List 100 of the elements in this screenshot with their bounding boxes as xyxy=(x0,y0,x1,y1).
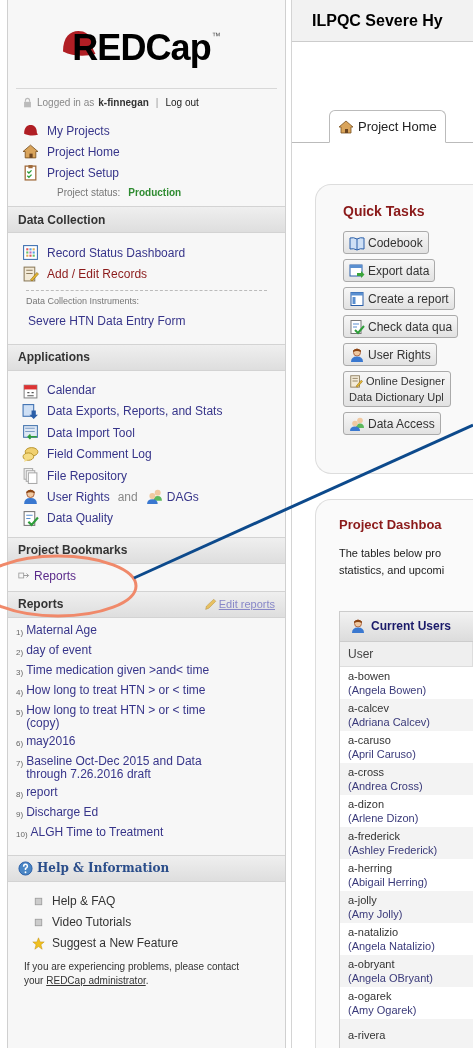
pencil-icon xyxy=(203,597,217,611)
nav-link[interactable]: My Projects xyxy=(47,121,110,140)
table-cell: (Angela Natalizio) xyxy=(348,938,435,953)
intro-text: The tables below pro statistics, and upcomi xyxy=(339,545,446,578)
table-cell: (Amy Jolly) xyxy=(348,906,403,921)
report-link[interactable]: How long to treat HTN > or < time (copy) xyxy=(26,703,232,730)
table-cell: a-obryant xyxy=(348,956,395,971)
nav-link[interactable]: Add / Edit Records xyxy=(47,264,148,283)
app-link[interactable]: Calendar xyxy=(47,381,96,399)
checklist-icon xyxy=(22,509,39,527)
document-pencil-icon xyxy=(22,265,39,282)
tab[interactable]: Project Home xyxy=(329,110,446,143)
section-title: Project Bookmarks xyxy=(18,542,128,560)
table-cell: a-herring xyxy=(348,860,393,875)
table-title: Current Users xyxy=(371,618,452,635)
table-cell: (Adriana Calcev) xyxy=(348,714,430,729)
panel-title: Quick Tasks xyxy=(343,202,426,221)
table-cell: a-jolly xyxy=(348,892,377,907)
checklist-icon xyxy=(349,318,365,335)
section-title: Data Collection xyxy=(18,211,106,229)
status-value: Production xyxy=(128,186,182,200)
report-link[interactable]: ALGH Time to Treatment xyxy=(30,825,236,839)
report-number: 9) xyxy=(16,808,24,821)
speech-bubbles-icon xyxy=(22,445,39,463)
app-link[interactable]: File Repository xyxy=(47,466,128,485)
house-icon xyxy=(22,143,39,160)
app-link[interactable]: Data Exports, Reports, and Stats xyxy=(47,402,223,421)
table-cell: a-rivera xyxy=(348,1027,386,1042)
table-download-icon xyxy=(22,402,39,420)
admin-link[interactable]: REDCap administrator xyxy=(46,974,146,986)
table-cell: (Ashley Frederick) xyxy=(348,842,438,857)
report-link[interactable]: Discharge Ed xyxy=(26,805,232,819)
user-icon xyxy=(22,488,39,506)
help-link[interactable]: Suggest a New Feature xyxy=(52,934,179,953)
documents-icon xyxy=(22,467,39,485)
table-cell: a-bowen xyxy=(348,668,391,683)
question-circle-icon xyxy=(18,860,33,876)
report-number: 5) xyxy=(16,706,24,719)
nav-link[interactable]: Project Setup xyxy=(47,163,120,182)
task-button[interactable]: Online Designer Data Dictionary Upl xyxy=(343,371,451,407)
nav-link[interactable]: Record Status Dashboard xyxy=(47,243,186,262)
table-cell: a-calcev xyxy=(348,700,389,715)
book-icon xyxy=(349,234,365,251)
separator: | xyxy=(155,96,159,110)
report-link[interactable]: may2016 xyxy=(26,734,232,748)
app-link[interactable]: Data Quality xyxy=(47,509,114,528)
app-link[interactable]: Field Comment Log xyxy=(47,445,152,464)
nav-link[interactable]: Project Home xyxy=(47,142,120,161)
table-cell: a-cross xyxy=(348,764,385,779)
lock-icon xyxy=(22,97,33,108)
status-label: Project status: xyxy=(57,186,121,200)
login-label: Logged in as xyxy=(37,96,95,110)
users-icon xyxy=(145,488,163,506)
app-link[interactable]: Data Import Tool xyxy=(47,423,135,442)
report-link[interactable]: day of event xyxy=(26,643,232,657)
report-number: 4) xyxy=(16,686,24,699)
document-pencil-icon xyxy=(349,374,363,388)
task-button[interactable]: Create a report xyxy=(343,287,455,310)
report-number: 2) xyxy=(16,646,24,659)
star-icon xyxy=(32,936,45,950)
report-link[interactable]: Time medication given >and< time xyxy=(26,663,232,677)
users-icon xyxy=(349,415,365,432)
table-cell: a-ogarek xyxy=(348,988,392,1003)
task-button[interactable]: Data Access xyxy=(343,412,441,435)
app-link[interactable]: User Rights xyxy=(47,487,110,506)
page-title: ILPQC Severe Hy xyxy=(312,10,443,31)
task-button[interactable]: Codebook xyxy=(343,231,429,254)
task-button[interactable]: Export data xyxy=(343,259,436,282)
section-title: Help & Information xyxy=(37,860,170,878)
report-link[interactable]: How long to treat HTN > or < time xyxy=(26,683,232,697)
logout-link[interactable]: Log out xyxy=(165,95,199,110)
report-number: 8) xyxy=(16,788,24,801)
joiner-text: and xyxy=(117,488,138,506)
grid-table-icon xyxy=(22,244,39,261)
report-number: 1) xyxy=(16,626,24,639)
report-number: 10) xyxy=(16,828,28,841)
table-cell: a-dizon xyxy=(348,796,385,811)
column-header: User xyxy=(340,641,473,666)
instrument-link[interactable]: Severe HTN Data Entry Form xyxy=(28,311,186,330)
username: k-finnegan xyxy=(98,96,149,110)
report-link[interactable]: report xyxy=(26,785,232,799)
section-title: Reports xyxy=(18,596,64,614)
bookmark-link[interactable]: Reports xyxy=(34,566,77,585)
help-link[interactable]: Help & FAQ xyxy=(52,892,116,911)
report-link[interactable]: Maternal Age xyxy=(26,623,232,637)
task-button[interactable]: User Rights xyxy=(343,343,437,366)
table-cell: a-natalizio xyxy=(348,924,399,939)
clipboard-icon xyxy=(22,164,39,181)
report-number: 7) xyxy=(16,757,24,770)
table-cell: (Angela OBryant) xyxy=(348,970,433,985)
table-cell: (Arlene Dizon) xyxy=(348,810,419,825)
table-cell: a-frederick xyxy=(348,828,400,843)
table-cell: (Abigail Herring) xyxy=(348,874,428,889)
help-link[interactable]: Video Tutorials xyxy=(52,913,132,932)
instruments-label: Data Collection Instruments: xyxy=(25,295,141,308)
table-cell: (April Caruso) xyxy=(348,746,416,761)
table-cell: (Andrea Cross) xyxy=(348,778,423,793)
report-link[interactable]: Baseline Oct-Dec 2015 and Data through 7.26.2016 draft xyxy=(26,754,232,781)
app-link[interactable]: DAGs xyxy=(166,487,199,506)
task-button[interactable]: Check data qua xyxy=(343,315,459,338)
